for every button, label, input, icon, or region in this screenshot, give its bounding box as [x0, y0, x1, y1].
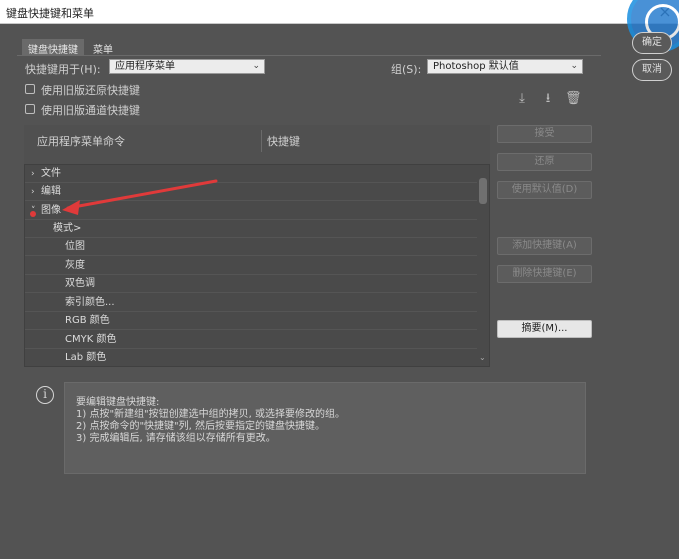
scrollbar-thumb[interactable] [479, 178, 487, 204]
save-set-icon[interactable]: ⤓ [514, 91, 530, 107]
chevron-right-icon: › [31, 169, 35, 179]
group-select[interactable]: Photoshop 默认值 ⌄ [427, 59, 583, 74]
list-item[interactable]: ˅ 图像 [25, 202, 477, 220]
chevron-down-icon: ⌄ [570, 61, 578, 71]
column-header-command: 应用程序菜单命令 [37, 135, 125, 148]
list-item[interactable]: › 编辑 [25, 183, 477, 201]
column-separator [261, 130, 262, 152]
tab-divider [17, 55, 601, 56]
summarize-button[interactable]: 摘要(M)... [497, 320, 592, 338]
window-title: 键盘快捷键和菜单 [6, 7, 94, 20]
list-item[interactable]: 位图 [25, 238, 477, 256]
list-item[interactable]: › 文件 [25, 165, 477, 183]
tab-keyboard-shortcuts[interactable]: 键盘快捷键 [22, 39, 84, 56]
shortcuts-for-label: 快捷键用于(H): [25, 63, 101, 76]
legacy-channel-checkbox[interactable] [25, 104, 35, 114]
chevron-down-icon: ˅ [31, 206, 36, 216]
list-item[interactable]: 模式> [25, 220, 477, 238]
list-header: 应用程序菜单命令 快捷键 [24, 125, 490, 165]
add-shortcut-button[interactable]: 添加快捷键(A) [497, 237, 592, 255]
group-value: Photoshop 默认值 [433, 61, 519, 72]
shortcuts-for-value: 应用程序菜单 [115, 61, 175, 72]
info-icon: i [36, 386, 54, 404]
accept-button[interactable]: 接受 [497, 125, 592, 143]
chevron-right-icon: › [31, 187, 35, 197]
list-item[interactable]: 索引颜色... [25, 294, 477, 312]
trash-icon[interactable]: 🗑 [565, 91, 582, 107]
title-bar: 键盘快捷键和菜单 × [0, 0, 679, 24]
legacy-undo-label: 使用旧版还原快捷键 [41, 84, 140, 97]
delete-shortcut-button[interactable]: 删除快捷键(E) [497, 265, 592, 283]
list-item[interactable]: Lab 颜色 [25, 349, 477, 367]
legacy-undo-checkbox[interactable] [25, 84, 35, 94]
legacy-channel-label: 使用旧版通道快捷键 [41, 104, 140, 117]
shortcuts-for-select[interactable]: 应用程序菜单 ⌄ [109, 59, 265, 74]
use-default-button[interactable]: 使用默认值(D) [497, 181, 592, 199]
chevron-down-icon: ⌄ [252, 61, 260, 71]
list-item[interactable]: RGB 颜色 [25, 312, 477, 330]
column-header-shortcut: 快捷键 [267, 135, 300, 148]
list-item[interactable]: 灰度 [25, 257, 477, 275]
cancel-button[interactable]: 取消 [632, 59, 672, 81]
list-item[interactable]: CMYK 颜色 [25, 331, 477, 349]
ok-button[interactable]: 确定 [632, 32, 672, 54]
new-set-icon[interactable]: ⭳ [540, 91, 556, 107]
scroll-down-icon[interactable]: ⌄ [479, 353, 486, 362]
group-label: 组(S): [391, 63, 422, 76]
undo-button[interactable]: 还原 [497, 153, 592, 171]
list-item[interactable]: 双色调 [25, 275, 477, 293]
info-line: 3) 完成编辑后, 请存储该组以存储所有更改。 [76, 433, 276, 444]
tab-menus[interactable]: 菜单 [87, 39, 119, 56]
